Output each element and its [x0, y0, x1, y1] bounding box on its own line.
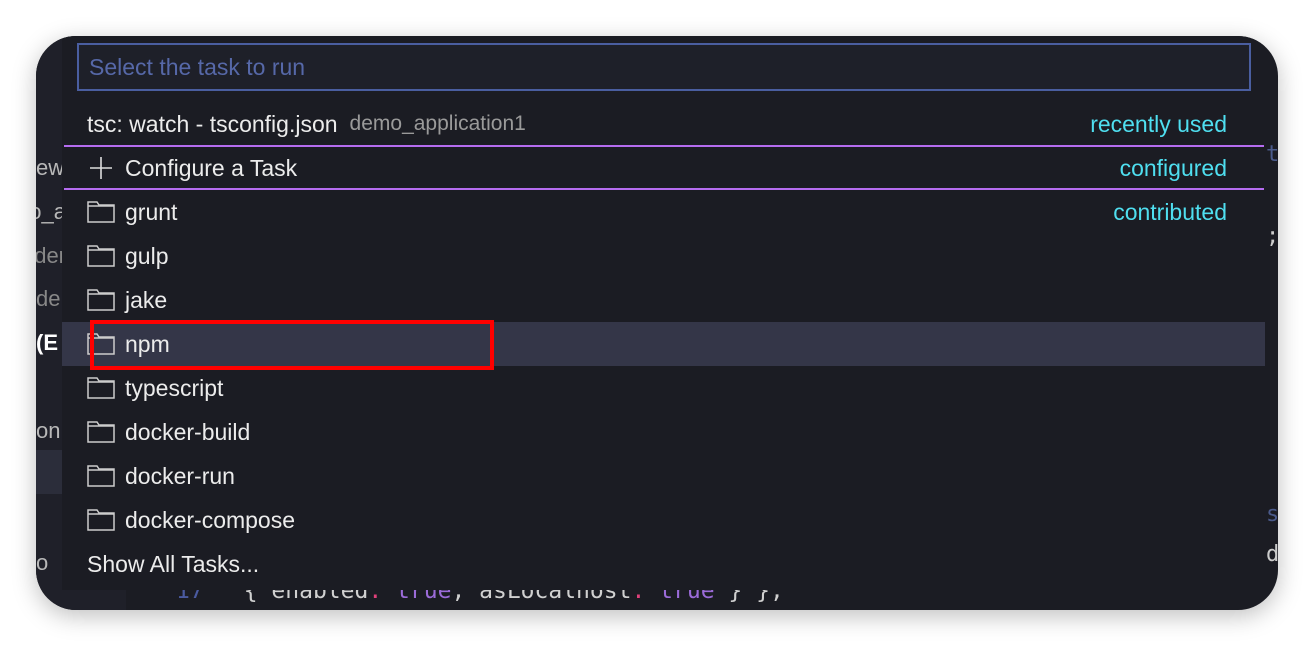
- task-label: docker-run: [125, 462, 235, 489]
- task-search-input[interactable]: [77, 43, 1251, 91]
- task-label: Configure a Task: [125, 154, 298, 181]
- task-item-typescript[interactable]: typescript: [62, 366, 1265, 410]
- code-fragment: s: [1266, 502, 1278, 527]
- task-label: docker-build: [125, 418, 251, 445]
- folder-icon: [87, 289, 115, 311]
- task-description: demo_application1: [349, 112, 526, 135]
- task-item-docker-run[interactable]: docker-run: [62, 454, 1265, 498]
- task-item-grunt[interactable]: grunt contributed: [62, 190, 1265, 234]
- task-item-gulp[interactable]: gulp: [62, 234, 1265, 278]
- code-fragment: t: [1266, 142, 1278, 167]
- task-label: grunt: [125, 198, 178, 225]
- folder-icon: [87, 465, 115, 487]
- folder-icon: [87, 245, 115, 267]
- task-label: Show All Tasks...: [87, 550, 260, 577]
- show-all-tasks-item[interactable]: Show All Tasks...: [62, 542, 1265, 586]
- task-label: jake: [125, 286, 168, 313]
- task-item-recent[interactable]: tsc: watch - tsconfig.json demo_applicat…: [62, 102, 1265, 146]
- editor-window: ew o_a der de E) on o t ; s d 17{ enable…: [36, 36, 1278, 610]
- group-tag: contributed: [1113, 198, 1227, 225]
- task-label: gulp: [125, 242, 169, 269]
- task-item-docker-compose[interactable]: docker-compose: [62, 498, 1265, 542]
- task-item-jake[interactable]: jake: [62, 278, 1265, 322]
- folder-icon: [87, 509, 115, 531]
- task-label: typescript: [125, 374, 224, 401]
- task-item-docker-build[interactable]: docker-build: [62, 410, 1265, 454]
- configure-task-item[interactable]: Configure a Task configured: [62, 146, 1265, 190]
- group-tag: configured: [1119, 154, 1227, 181]
- folder-icon: [87, 421, 115, 443]
- task-label: tsc: watch - tsconfig.json: [87, 110, 338, 137]
- code-fragment: d: [1266, 542, 1278, 567]
- highlight-annotation: [90, 320, 494, 370]
- folder-icon: [87, 201, 115, 223]
- task-quick-pick: tsc: watch - tsconfig.json demo_applicat…: [62, 36, 1265, 590]
- code-fragment: ;: [1266, 224, 1278, 249]
- plus-icon: [90, 157, 112, 179]
- task-label: docker-compose: [125, 506, 296, 533]
- folder-icon: [87, 377, 115, 399]
- group-tag: recently used: [1090, 110, 1227, 137]
